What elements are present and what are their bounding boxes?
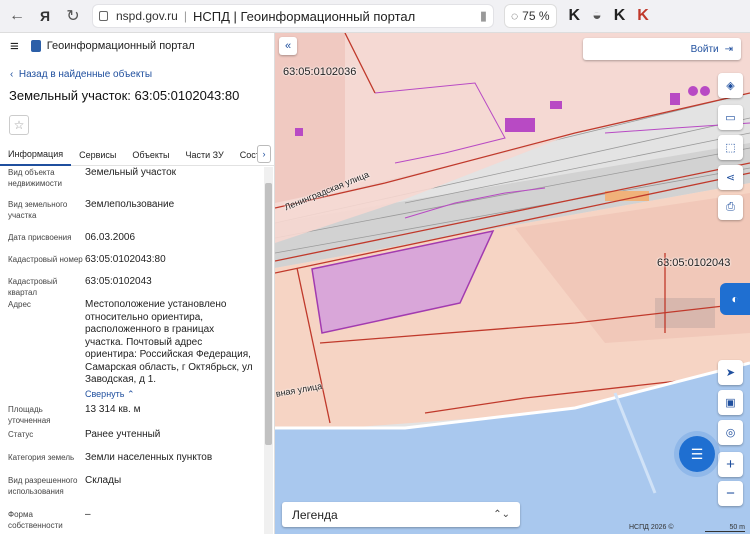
login-icon: ⇥ <box>724 43 733 55</box>
zoom-value: 75 % <box>522 9 550 23</box>
attribute-label: Площадь уточненная <box>8 405 51 425</box>
attribute-row: Площадь уточненная 13 314 кв. м <box>0 404 262 429</box>
collapse-panel-button[interactable]: « <box>279 37 297 55</box>
attribute-value: Землепользование <box>85 199 175 210</box>
attribute-label: Дата присвоения <box>8 233 72 242</box>
layers-icon[interactable]: ◈ <box>718 73 743 98</box>
legend-dropdown[interactable]: Легенда ⌃⌄ <box>282 502 520 527</box>
extension-icon[interactable]: K <box>637 7 649 25</box>
attribute-row: Кадастровый номер 63:05:0102043:80 <box>0 254 262 276</box>
address-bar[interactable]: nspd.gov.ru | НСПД | Геоинформационный п… <box>92 4 494 28</box>
back-arrow-icon[interactable]: ← <box>6 5 28 27</box>
map-canvas[interactable]: « Войти ⇥ 63:05:0102036 63:05:0102043 Лен… <box>275 33 750 534</box>
minimap-icon[interactable]: ▣ <box>718 390 743 415</box>
attribute-value: 63:05:0102043:80 <box>85 254 166 265</box>
favorite-star-icon[interactable]: ☆ <box>9 115 29 135</box>
attribute-value: 13 314 кв. м <box>85 404 141 415</box>
attributes-list: Вид объекта недвижимости Земельный участ… <box>0 167 262 530</box>
info-tabs: Информация Сервисы Объекты Части ЗУ Сост… <box>0 144 274 166</box>
attribute-row: Статус Ранее учтенный <box>0 429 262 452</box>
panel-header: ≡ Геоинформационный портал <box>0 33 274 59</box>
zoom-extent-icon[interactable]: ◎ <box>718 420 743 445</box>
attribute-label: Вид земельного участка <box>8 200 68 220</box>
select-area-icon[interactable]: ⬚ <box>718 135 743 160</box>
attribute-value: Земельный участок <box>85 167 177 178</box>
reload-icon[interactable]: ↻ <box>62 5 84 27</box>
locate-icon[interactable]: ➤ <box>718 360 743 385</box>
attribute-value: Местоположение установлено относительно … <box>85 299 253 385</box>
attribute-value: Ранее учтенный <box>85 429 161 440</box>
attribute-label: Кадастровый квартал <box>8 277 58 297</box>
attribute-value: – <box>85 509 91 520</box>
attribute-row: Вид разрешенного использования Склады <box>0 475 262 509</box>
attribute-row: Кадастровый квартал 63:05:0102043 <box>0 276 262 299</box>
legend-label: Легенда <box>292 507 338 522</box>
attribute-row: Дата присвоения 06.03.2006 <box>0 232 262 254</box>
attribute-label: Вид объекта недвижимости <box>8 168 62 188</box>
attribute-value: 63:05:0102043 <box>85 276 152 287</box>
chat-icon[interactable]: ☰ <box>679 436 715 472</box>
attribute-value: Склады <box>85 475 122 486</box>
yandex-button[interactable]: Я <box>34 5 56 27</box>
panel-scrollbar[interactable] <box>264 167 273 534</box>
attribute-row: Вид объекта недвижимости Земельный участ… <box>0 167 262 199</box>
address-block: Местоположение установлено относительно … <box>85 299 253 404</box>
comment-icon: ◌ <box>511 9 519 23</box>
login-button[interactable]: Войти ⇥ <box>583 38 741 60</box>
portal-title: Геоинформационный портал <box>46 40 195 52</box>
tab-parts[interactable]: Части ЗУ <box>178 144 232 166</box>
collapse-label: Свернуть <box>85 388 125 399</box>
side-panel: ≡ Геоинформационный портал ‹ Назад в най… <box>0 33 275 534</box>
url-separator: | <box>183 9 187 23</box>
quarter-label-main: 63:05:0102043 <box>657 257 731 269</box>
chevron-updown-icon: ⌃⌄ <box>493 509 510 520</box>
zoom-out-icon[interactable]: − <box>718 481 743 506</box>
object-title: Земельный участок: 63:05:0102043:80 <box>9 88 240 103</box>
zoom-indicator[interactable]: ◌ 75 % <box>504 4 557 28</box>
login-label: Войти <box>690 43 719 55</box>
menu-icon[interactable]: ≡ <box>10 38 19 55</box>
ruler-icon[interactable]: ▭ <box>718 105 743 130</box>
map-search-tab[interactable]: ◐ <box>720 283 750 315</box>
quarter-label-north: 63:05:0102036 <box>283 66 357 78</box>
attribute-value: Земли населенных пунктов <box>85 452 213 463</box>
attribute-row: Форма собственности – <box>0 509 262 530</box>
attribute-value: 06.03.2006 <box>85 232 136 243</box>
lock-icon <box>99 11 108 21</box>
share-icon[interactable]: ⋖ <box>718 165 743 190</box>
bookmark-icon[interactable]: ▮ <box>480 8 487 24</box>
attribute-label: Адрес <box>8 300 31 309</box>
attribute-label: Категория земель <box>8 453 75 462</box>
attribute-label: Статус <box>8 430 34 439</box>
back-to-results-link[interactable]: ‹ Назад в найденные объекты <box>0 69 274 80</box>
extension-icon[interactable]: K <box>614 7 626 25</box>
print-icon[interactable]: ⎙ <box>718 195 743 220</box>
back-link-label: Назад в найденные объекты <box>18 69 153 80</box>
attribute-label: Кадастровый номер <box>8 255 83 264</box>
tab-info[interactable]: Информация <box>0 144 72 166</box>
portal-logo-icon <box>30 40 41 52</box>
tab-objects[interactable]: Объекты <box>124 144 177 166</box>
zoom-in-icon[interactable]: + <box>718 452 743 477</box>
copyright-text: НСПД 2026 © <box>629 524 674 531</box>
attribute-row: Категория земель Земли населенных пункто… <box>0 452 262 475</box>
tab-services[interactable]: Сервисы <box>71 144 124 166</box>
attribute-label: Вид разрешенного использования <box>8 476 78 496</box>
page-tab-title: НСПД | Геоинформационный портал <box>192 8 416 24</box>
tabs-next-icon[interactable]: › <box>257 145 271 163</box>
scale-bar: 50 m <box>705 524 745 532</box>
attribute-row: Вид земельного участка Землепользование <box>0 199 262 232</box>
attribute-label: Форма собственности <box>8 510 63 530</box>
attribute-row: Адрес Местоположение установлено относит… <box>0 299 262 404</box>
url-text: nspd.gov.ru <box>116 9 178 23</box>
collapse-toggle[interactable]: Свернуть ⌃ <box>85 389 253 400</box>
extension-icon[interactable]: K <box>569 7 581 25</box>
buildings-block <box>275 33 345 203</box>
chevron-up-icon: ⌃ <box>127 388 135 399</box>
browser-toolbar: ← Я ↻ nspd.gov.ru | НСПД | Геоинформацио… <box>0 0 750 33</box>
scrollbar-thumb[interactable] <box>265 183 272 445</box>
extension-icon[interactable]: ◒ <box>592 7 602 25</box>
